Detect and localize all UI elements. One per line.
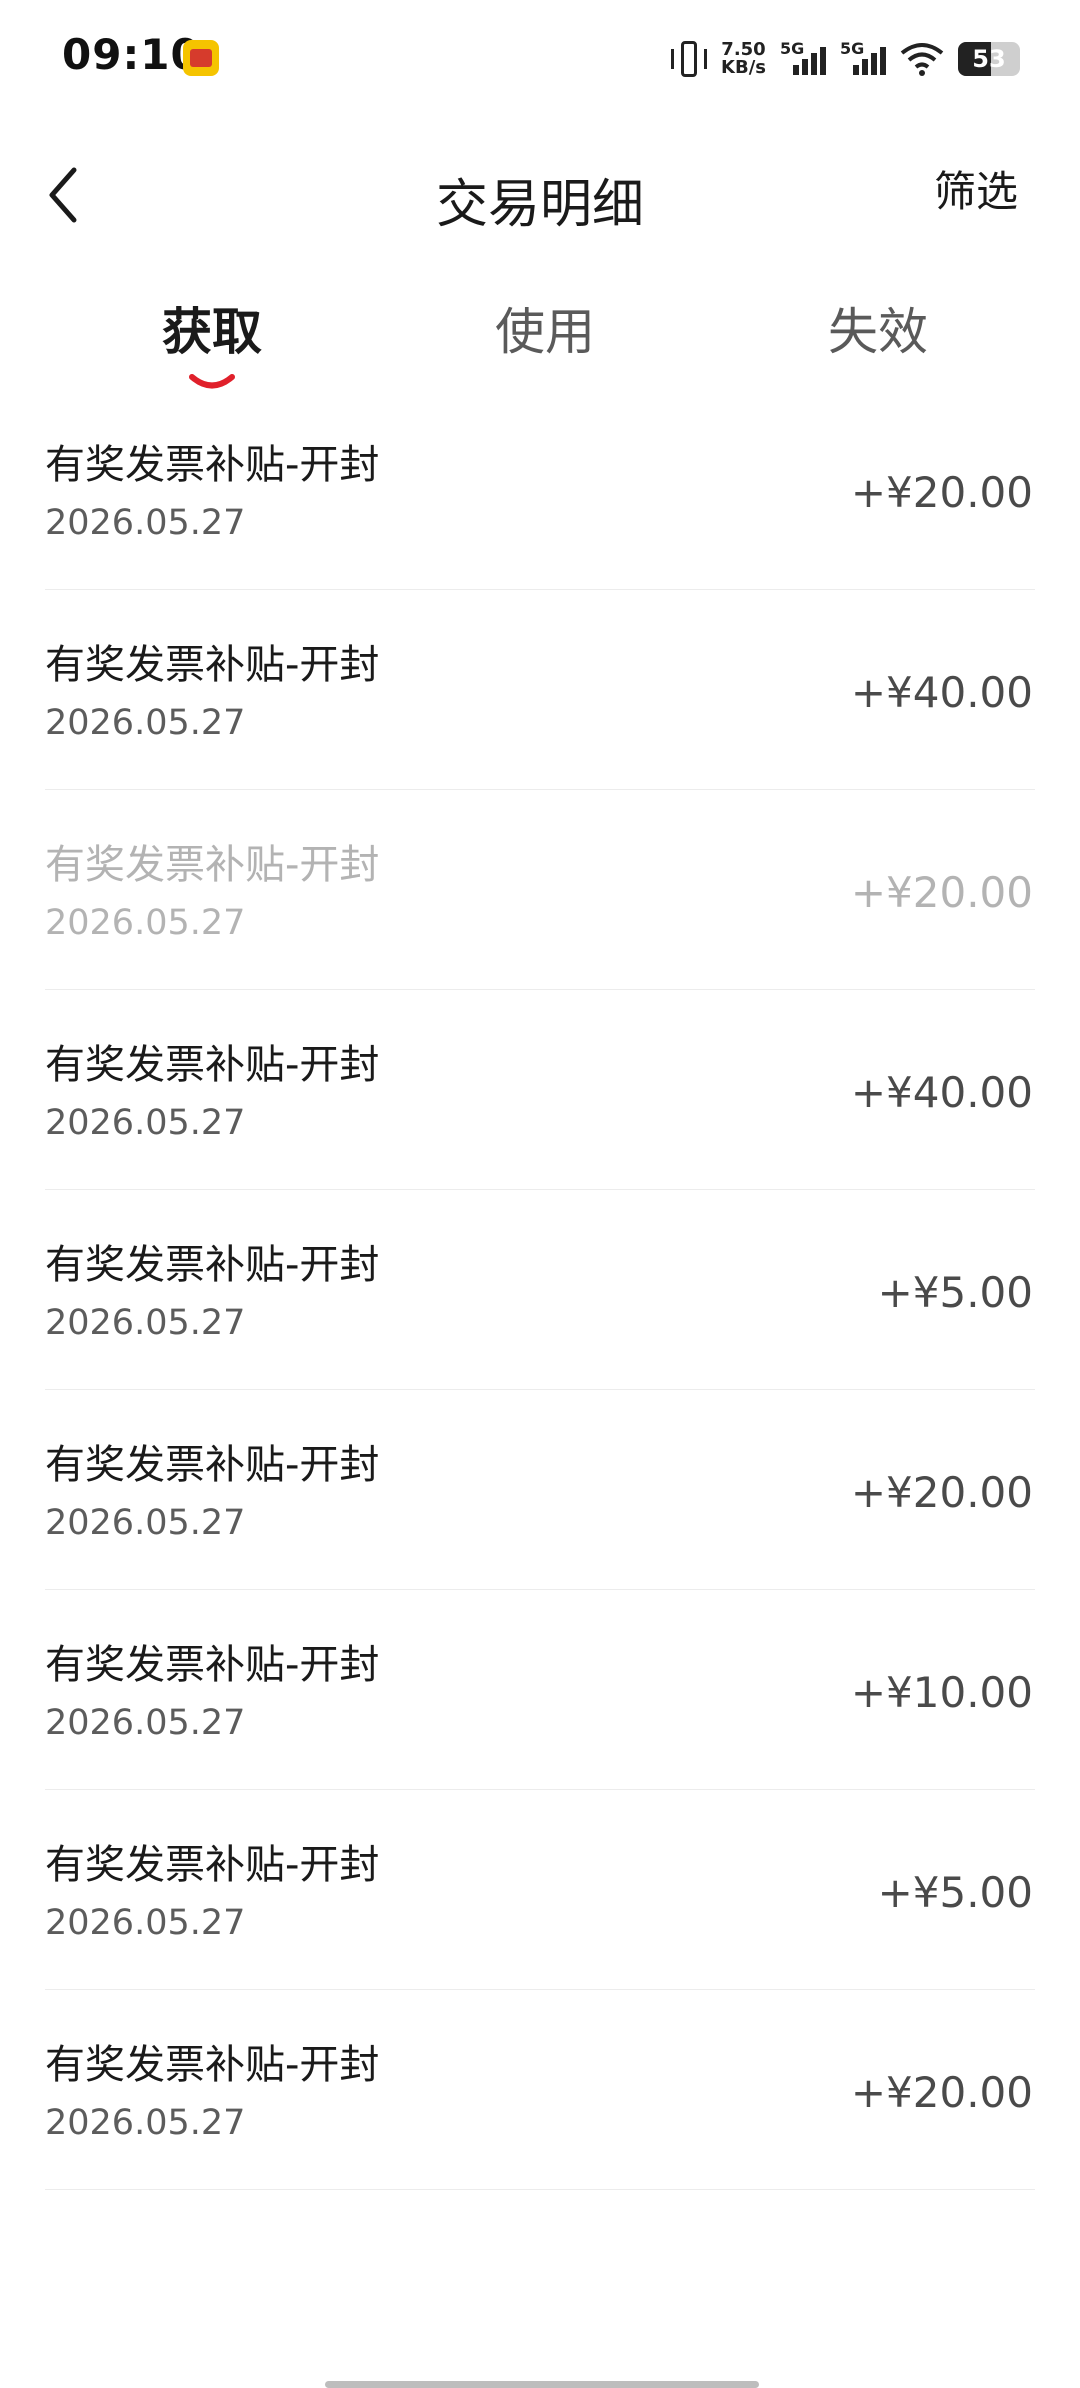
transaction-row[interactable]: 有奖发票补贴-开封 2026.05.27 +¥20.00 bbox=[45, 390, 1035, 590]
transaction-list: 有奖发票补贴-开封 2026.05.27 +¥20.00 有奖发票补贴-开封 2026.… bbox=[0, 390, 1080, 2190]
transaction-row[interactable]: 有奖发票补贴-开封 2026.05.27 +¥20.00 bbox=[45, 790, 1035, 990]
tab-expired[interactable]: 失效 bbox=[828, 292, 928, 364]
network-speed: 7.50 KB/s bbox=[721, 41, 766, 77]
signal-icon-sim1: 5G bbox=[780, 39, 826, 79]
nav-header: 交易明细 筛选 bbox=[0, 140, 1080, 250]
home-indicator[interactable] bbox=[325, 2381, 759, 2388]
transaction-name: 有奖发票补贴-开封 bbox=[45, 1442, 380, 1488]
page-title: 交易明细 bbox=[435, 175, 644, 235]
transaction-name: 有奖发票补贴-开封 bbox=[45, 442, 380, 488]
vibrate-icon bbox=[671, 39, 708, 79]
transaction-amount: +¥5.00 bbox=[877, 1868, 1033, 1917]
transaction-amount: +¥20.00 bbox=[850, 1468, 1033, 1517]
transaction-date: 2026.05.27 bbox=[45, 2103, 246, 2143]
transaction-row[interactable]: 有奖发票补贴-开封 2026.05.27 +¥10.00 bbox=[45, 1590, 1035, 1790]
transaction-amount: +¥5.00 bbox=[877, 1268, 1033, 1317]
transaction-row[interactable]: 有奖发票补贴-开封 2026.05.27 +¥5.00 bbox=[45, 1190, 1035, 1390]
transaction-amount: +¥20.00 bbox=[850, 468, 1033, 517]
wifi-icon bbox=[900, 43, 944, 76]
battery-level: 53 bbox=[972, 45, 1006, 73]
battery-icon: 53 bbox=[958, 42, 1020, 76]
transaction-name: 有奖发票补贴-开封 bbox=[45, 1042, 380, 1088]
transaction-amount: +¥40.00 bbox=[850, 1068, 1033, 1117]
transaction-date: 2026.05.27 bbox=[45, 1303, 246, 1343]
transaction-name: 有奖发票补贴-开封 bbox=[45, 1642, 380, 1688]
app-notification-icon bbox=[183, 40, 219, 76]
transaction-date: 2026.05.27 bbox=[45, 703, 246, 743]
clock: 09:10 bbox=[62, 30, 201, 79]
transaction-name: 有奖发票补贴-开封 bbox=[45, 642, 380, 688]
transaction-name: 有奖发票补贴-开封 bbox=[45, 2042, 380, 2088]
transaction-date: 2026.05.27 bbox=[45, 1703, 246, 1743]
transaction-date: 2026.05.27 bbox=[45, 1903, 246, 1943]
transaction-name: 有奖发票补贴-开封 bbox=[45, 1842, 380, 1888]
tab-use[interactable]: 使用 bbox=[495, 292, 595, 364]
transaction-row[interactable]: 有奖发票补贴-开封 2026.05.27 +¥5.00 bbox=[45, 1790, 1035, 1990]
transaction-date: 2026.05.27 bbox=[45, 1103, 246, 1143]
transaction-amount: +¥40.00 bbox=[850, 668, 1033, 717]
transaction-row[interactable]: 有奖发票补贴-开封 2026.05.27 +¥40.00 bbox=[45, 990, 1035, 1190]
transaction-date: 2026.05.27 bbox=[45, 903, 246, 943]
signal-icon-sim2: 5G bbox=[840, 39, 886, 79]
filter-button[interactable]: 筛选 bbox=[934, 158, 1018, 219]
transaction-row[interactable]: 有奖发票补贴-开封 2026.05.27 +¥20.00 bbox=[45, 1390, 1035, 1590]
transaction-name: 有奖发票补贴-开封 bbox=[45, 842, 380, 888]
tab-earn[interactable]: 获取 bbox=[162, 292, 262, 364]
transaction-date: 2026.05.27 bbox=[45, 1503, 246, 1543]
transaction-name: 有奖发票补贴-开封 bbox=[45, 1242, 380, 1288]
network-speed-unit: KB/s bbox=[721, 57, 766, 78]
transaction-amount: +¥20.00 bbox=[850, 868, 1033, 917]
tab-bar: 获取 使用 失效 bbox=[0, 280, 1080, 390]
transaction-amount: +¥10.00 bbox=[850, 1668, 1033, 1717]
transaction-row[interactable]: 有奖发票补贴-开封 2026.05.27 +¥20.00 bbox=[45, 1990, 1035, 2190]
transaction-date: 2026.05.27 bbox=[45, 503, 246, 543]
transaction-amount: +¥20.00 bbox=[850, 2068, 1033, 2117]
status-icons: 7.50 KB/s 5G 5G 53 bbox=[671, 34, 1020, 84]
status-bar: 09:10 7.50 KB/s 5G 5G 53 bbox=[0, 0, 1080, 120]
transaction-row[interactable]: 有奖发票补贴-开封 2026.05.27 +¥40.00 bbox=[45, 590, 1035, 790]
